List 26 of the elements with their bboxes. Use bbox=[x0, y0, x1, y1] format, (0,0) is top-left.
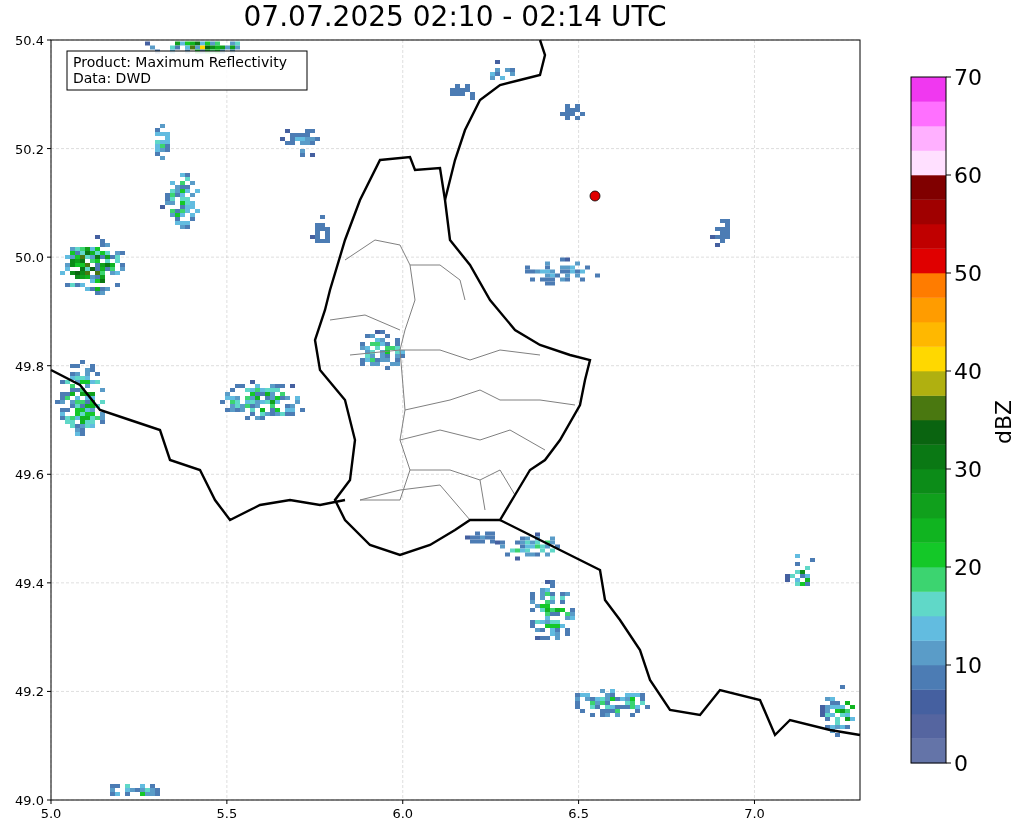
colorbar-tick-label: 30 bbox=[954, 457, 982, 482]
chart-title: 07.07.2025 02:10 - 02:14 UTC bbox=[242, 0, 668, 30]
location-marker bbox=[589, 190, 601, 202]
latitude-label: 50.2 bbox=[15, 141, 44, 157]
latitude-label: 49.4 bbox=[15, 575, 44, 591]
colorbar-tick-label: 0 bbox=[954, 751, 968, 776]
colorbar-tick-label: 50 bbox=[954, 261, 982, 286]
longitude-label: 6.0 bbox=[392, 806, 414, 821]
latitude-label: 50.4 bbox=[15, 33, 44, 48]
colorbar-tick-label: 10 bbox=[954, 653, 982, 678]
colorbar-tick-label: 60 bbox=[954, 163, 982, 188]
colorbar-tick-label: 70 bbox=[954, 65, 982, 90]
colorbar-tick-label: 20 bbox=[954, 555, 982, 580]
latitude-label: 49.2 bbox=[15, 684, 44, 700]
longitude-label: 5.0 bbox=[40, 806, 62, 821]
longitude-label: 7.0 bbox=[744, 806, 765, 821]
info-text: Data: DWD bbox=[73, 70, 151, 86]
colorbar-label: dBZ bbox=[991, 399, 1016, 445]
longitude-label: 5.5 bbox=[216, 806, 238, 821]
longitude-label: 6.5 bbox=[568, 806, 589, 821]
colorbar-tick-label: 40 bbox=[954, 359, 982, 384]
latitude-label: 49.6 bbox=[15, 467, 44, 483]
latitude-label: 49.8 bbox=[15, 358, 44, 374]
info-text: Product: Maximum Reflectivity bbox=[73, 54, 287, 70]
latitude-label: 49.0 bbox=[15, 793, 44, 808]
latitude-label: 50.0 bbox=[15, 250, 44, 266]
